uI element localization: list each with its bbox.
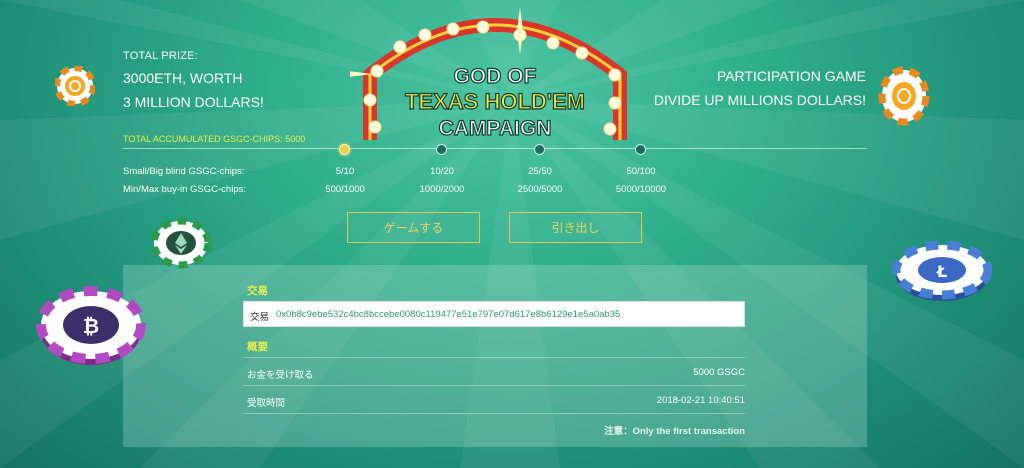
logo-line-2: TEXAS HOLD'EM xyxy=(405,89,585,114)
buyin-label: Min/Max buy-in GSGC-chips: xyxy=(123,184,247,195)
total-prize-label: TOTAL PRIZE: xyxy=(123,50,198,62)
divider xyxy=(243,357,745,358)
coin-chip-icon xyxy=(878,66,930,126)
campaign-logo: GOD OF TEXAS HOLD'EM CAMPAIGN xyxy=(350,7,627,141)
first-transaction-note: 注意：Only the first transaction xyxy=(604,426,745,437)
level-1-blind: 5/10 xyxy=(335,166,355,177)
logo-line-1: GOD OF xyxy=(454,65,537,88)
receive-time-label: 受取時間 xyxy=(247,398,286,409)
level-3-buyin: 2500/5000 xyxy=(517,184,563,195)
total-prize-line-1: 3000ETH, WORTH xyxy=(123,70,243,86)
level-4-blind: 50/100 xyxy=(626,166,656,177)
level-dot-3[interactable] xyxy=(534,144,545,155)
level-dot-4[interactable] xyxy=(635,144,646,155)
total-prize-value: 3000ETH, WORTH 3 MILLION DOLLARS! xyxy=(123,66,264,114)
withdraw-button[interactable]: 引き出し xyxy=(509,212,642,243)
blind-label: Small/Big blind GSGC-chips: xyxy=(123,166,245,177)
svg-text:₿: ₿ xyxy=(83,314,99,338)
receive-time-value: 2018-02-21 10:40:51 xyxy=(656,395,745,406)
level-dot-1[interactable] xyxy=(339,144,350,155)
svg-text:Ł: Ł xyxy=(936,262,947,281)
litecoin-chip-icon: Ł xyxy=(892,240,992,301)
level-progress-line xyxy=(123,148,867,149)
level-4-buyin: 5000/10000 xyxy=(615,184,667,195)
divider xyxy=(243,385,745,386)
transaction-key: 交易 xyxy=(250,312,270,323)
play-game-button[interactable]: ゲームする xyxy=(347,212,480,243)
transaction-hash-link[interactable]: 0x0b8c9ebe532c4bc8bccebe0080c119477e51e7… xyxy=(276,309,620,320)
bitcoin-chip-icon: ₿ xyxy=(36,286,146,365)
transaction-panel xyxy=(123,265,867,447)
receive-amount-value: 5000 GSGC xyxy=(693,367,745,378)
level-2-blind: 10/20 xyxy=(430,166,454,177)
total-prize-line-2: 3 MILLION DOLLARS! xyxy=(123,94,264,110)
logo-line-3: CAMPAIGN xyxy=(439,117,552,140)
summary-section-title: 概要 xyxy=(247,341,268,353)
level-1-buyin: 500/1000 xyxy=(325,184,365,195)
level-3-blind: 25/50 xyxy=(528,166,552,177)
participation-line-2: DIVIDE UP MILLIONS DOLLARS! xyxy=(653,92,866,108)
receive-amount-label: お金を受け取る xyxy=(247,370,314,381)
total-accumulated-chips: TOTAL ACCUMULATED GSGC-CHIPS: 5000 xyxy=(123,134,306,144)
coin-chip-icon xyxy=(55,66,95,106)
level-dot-2[interactable] xyxy=(436,144,447,155)
divider xyxy=(243,413,745,414)
level-2-buyin: 1000/2000 xyxy=(419,184,465,195)
participation-line-1: PARTICIPATION GAME xyxy=(716,68,866,84)
transaction-hash-box[interactable]: 交易 0x0b8c9ebe532c4bc8bccebe0080c119477e5… xyxy=(243,301,745,327)
ethereum-chip-icon xyxy=(150,217,212,269)
transaction-section-title: 交易 xyxy=(247,285,268,297)
